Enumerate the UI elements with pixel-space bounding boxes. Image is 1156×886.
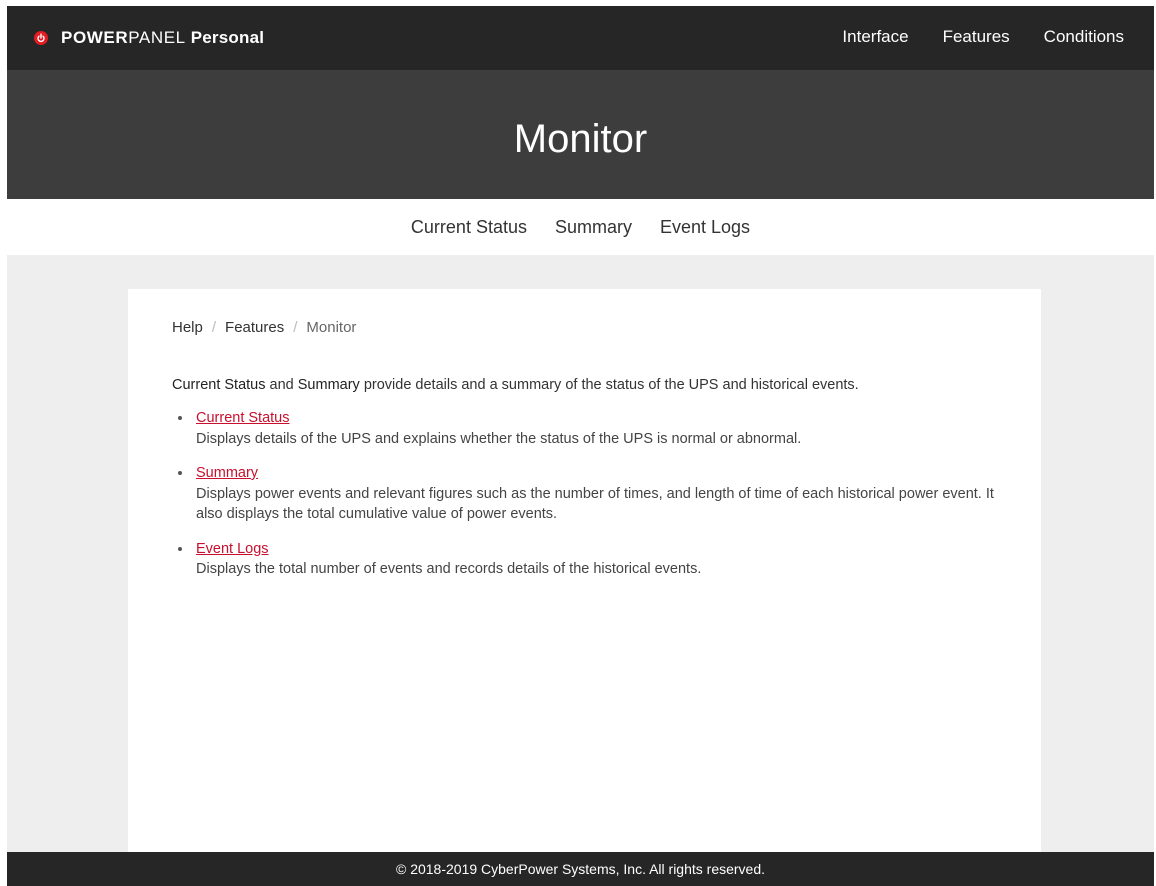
intro-and: and	[269, 377, 294, 393]
hero-banner: Monitor	[7, 70, 1154, 199]
link-event-logs[interactable]: Event Logs	[196, 541, 269, 557]
list-item: Summary Displays power events and releva…	[172, 463, 1012, 525]
breadcrumb-separator: /	[211, 319, 217, 336]
item-description: Displays power events and relevant figur…	[196, 485, 994, 523]
top-bar: POWER PANEL Personal Interface Features Co…	[7, 6, 1154, 70]
subnav-current-status[interactable]: Current Status	[411, 217, 527, 238]
page-title: Monitor	[513, 117, 648, 161]
breadcrumb-help[interactable]: Help	[172, 319, 203, 336]
intro-term-current-status: Current Status	[172, 377, 266, 393]
copyright-text: © 2018-2019 CyberPower Systems, Inc. All…	[395, 861, 766, 877]
list-item: Current Status Displays details of the U…	[172, 408, 1012, 449]
sub-nav: Current Status Summary Event Logs	[7, 199, 1154, 255]
brand-personal: Personal	[190, 28, 265, 47]
content-panel: Help / Features / Monitor Current Status and…	[128, 289, 1041, 852]
item-description: Displays details of the UPS and explains…	[196, 430, 802, 447]
breadcrumb-separator: /	[293, 319, 298, 336]
link-current-status[interactable]: Current Status	[196, 410, 290, 426]
app-frame: POWER PANEL Personal Interface Features Co…	[7, 6, 1154, 886]
power-icon	[34, 31, 48, 45]
intro-term-summary: Summary	[297, 377, 360, 393]
top-nav: Interface Features Conditions	[842, 27, 1124, 47]
nav-interface[interactable]: Interface	[842, 27, 908, 47]
breadcrumb: Help / Features / Monitor	[172, 319, 356, 336]
intro-rest: provide details and a summary of the sta…	[363, 377, 859, 393]
nav-conditions[interactable]: Conditions	[1044, 27, 1124, 47]
brand-power: POWER	[61, 28, 129, 47]
nav-features[interactable]: Features	[943, 27, 1010, 47]
list-item: Event Logs Displays the total number of …	[172, 539, 1012, 580]
feature-list: Current Status Displays details of the U…	[172, 408, 1012, 594]
footer: © 2018-2019 CyberPower Systems, Inc. All…	[7, 852, 1154, 886]
subnav-event-logs[interactable]: Event Logs	[660, 217, 750, 238]
intro-text: Current Status and Summary provide detai…	[172, 377, 859, 393]
brand-logo[interactable]: POWER PANEL Personal	[34, 28, 264, 48]
breadcrumb-current: Monitor	[306, 319, 357, 336]
breadcrumb-features[interactable]: Features	[225, 319, 284, 336]
link-summary[interactable]: Summary	[196, 465, 258, 481]
item-description: Displays the total number of events and …	[196, 561, 702, 577]
brand-panel: PANEL	[128, 28, 186, 47]
subnav-summary[interactable]: Summary	[555, 217, 632, 238]
